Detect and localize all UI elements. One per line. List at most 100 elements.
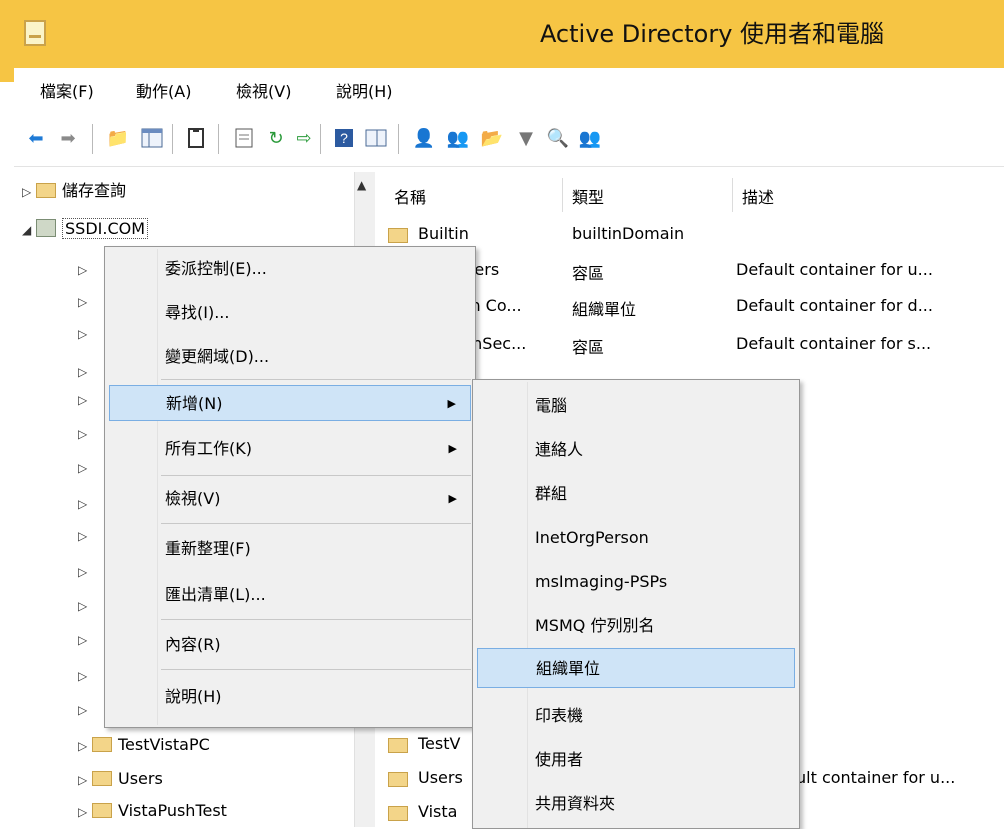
row-description: ult container for u... <box>796 768 956 787</box>
expand-arrow-icon[interactable]: ▷ <box>78 522 92 548</box>
folder-icon <box>36 183 56 198</box>
ou-folder-icon <box>92 737 112 752</box>
row-name[interactable]: TestV <box>418 734 460 753</box>
expand-arrow-icon[interactable]: ▷ <box>78 558 92 584</box>
row-name[interactable]: Vista <box>418 802 457 821</box>
menu-item-export-list[interactable]: 匯出清單(L)... <box>107 577 471 613</box>
expand-arrow-icon[interactable]: ▷ <box>22 179 36 205</box>
toolbar-separator <box>92 124 93 154</box>
submenu-arrow-icon: ▶ <box>447 397 456 410</box>
toolbar: ⬅ ➡ 📁 ↻ ⇨ ? 👤 👥 📂 ▼ 🔍 👥 <box>14 112 1004 167</box>
expand-arrow-icon[interactable]: ▷ <box>78 696 92 722</box>
column-divider[interactable] <box>732 178 733 212</box>
copy-icon[interactable] <box>184 126 208 150</box>
help-icon[interactable]: ? <box>332 126 356 150</box>
up-folder-icon[interactable]: 📁 <box>106 126 130 150</box>
new-group-icon[interactable]: 👥 <box>446 126 470 150</box>
row-type: 容區 <box>572 264 605 283</box>
menu-separator <box>161 619 471 620</box>
expand-arrow-icon[interactable]: ▷ <box>78 733 92 759</box>
filter-icon[interactable]: ▼ <box>514 126 538 150</box>
submenu-item-msmq-queue-alias[interactable]: MSMQ 佇列別名 <box>475 606 795 646</box>
menu-item-find[interactable]: 尋找(I)... <box>107 295 471 331</box>
tree-item-vistapushtest[interactable]: ▷ VistaPushTest <box>78 798 227 824</box>
tree-item-domain[interactable]: ◢ SSDI.COM <box>22 216 149 243</box>
folder-icon <box>92 771 112 786</box>
submenu-item-shared-folder[interactable]: 共用資料夾 <box>475 784 795 824</box>
forward-icon[interactable]: ➡ <box>56 126 80 150</box>
row-description: Default container for u... <box>736 260 933 279</box>
show-tree-icon[interactable] <box>140 126 164 150</box>
menu-item-new[interactable]: 新增(N) ▶ <box>109 385 471 421</box>
properties-icon[interactable] <box>232 126 256 150</box>
row-name[interactable]: Users <box>418 768 463 787</box>
column-header-type[interactable]: 類型 <box>572 184 604 208</box>
collapse-arrow-icon[interactable]: ◢ <box>22 217 36 243</box>
expand-arrow-icon[interactable]: ▷ <box>78 420 92 446</box>
submenu-item-organizational-unit[interactable]: 組織單位 <box>477 648 795 688</box>
row-name[interactable]: Builtin <box>418 224 469 243</box>
row-type: 容區 <box>572 338 605 357</box>
expand-arrow-icon[interactable]: ▷ <box>78 320 92 346</box>
submenu-item-group[interactable]: 群組 <box>475 474 795 514</box>
expand-arrow-icon[interactable]: ▷ <box>78 256 92 282</box>
add-to-group-icon[interactable]: 👥 <box>578 126 602 150</box>
expand-arrow-icon[interactable]: ▷ <box>78 454 92 480</box>
new-ou-icon[interactable]: 📂 <box>480 126 504 150</box>
menu-separator <box>161 475 471 476</box>
tree-item-saved-queries[interactable]: ▷ 儲存查詢 <box>22 178 126 204</box>
toolbar-separator <box>172 124 173 154</box>
submenu-item-inetorgperson[interactable]: InetOrgPerson <box>475 518 795 558</box>
expand-arrow-icon[interactable]: ▷ <box>78 592 92 618</box>
refresh-icon[interactable]: ↻ <box>264 126 288 150</box>
menu-file[interactable]: 檔案(F) <box>40 78 94 102</box>
tree-item-users[interactable]: ▷ Users <box>78 766 163 792</box>
builtin-folder-icon <box>388 228 408 243</box>
submenu-arrow-icon: ▶ <box>448 492 457 505</box>
back-icon[interactable]: ⬅ <box>24 126 48 150</box>
console-tree-icon[interactable] <box>364 126 388 150</box>
toolbar-separator <box>398 124 399 154</box>
menu-bar: 檔案(F) 動作(A) 檢視(V) 說明(H) <box>14 68 1004 112</box>
expand-arrow-icon[interactable]: ▷ <box>78 662 92 688</box>
find-icon[interactable]: 🔍 <box>546 126 570 150</box>
new-user-icon[interactable]: 👤 <box>412 126 436 150</box>
menu-item-delegate-control[interactable]: 委派控制(E)... <box>107 251 471 287</box>
expand-arrow-icon[interactable]: ▷ <box>78 767 92 793</box>
menu-help[interactable]: 說明(H) <box>336 78 393 102</box>
menu-item-refresh[interactable]: 重新整理(F) <box>107 531 471 567</box>
scroll-up-icon[interactable]: ▲ <box>357 178 366 192</box>
submenu-item-msimaging-psps[interactable]: msImaging-PSPs <box>475 562 795 602</box>
ou-folder-icon <box>92 803 112 818</box>
menu-separator <box>161 669 471 670</box>
column-divider[interactable] <box>562 178 563 212</box>
expand-arrow-icon[interactable]: ▷ <box>78 490 92 516</box>
submenu-item-user[interactable]: 使用者 <box>475 740 795 780</box>
menu-item-view[interactable]: 檢視(V) ▶ <box>107 481 471 517</box>
submenu-item-computer[interactable]: 電腦 <box>475 386 795 426</box>
expand-arrow-icon[interactable]: ▷ <box>78 799 92 825</box>
menu-separator <box>161 379 471 380</box>
submenu-item-printer[interactable]: 印表機 <box>475 696 795 736</box>
app-icon[interactable] <box>24 20 46 46</box>
menu-action[interactable]: 動作(A) <box>136 78 191 102</box>
menu-view[interactable]: 檢視(V) <box>236 78 291 102</box>
tree-item-testvistapc[interactable]: ▷ TestVistaPC <box>78 732 210 758</box>
ou-folder-icon <box>388 738 408 753</box>
row-type: builtinDomain <box>572 224 685 243</box>
expand-arrow-icon[interactable]: ▷ <box>78 626 92 652</box>
ou-folder-icon <box>388 806 408 821</box>
menu-item-properties[interactable]: 內容(R) <box>107 627 471 663</box>
expand-arrow-icon[interactable]: ▷ <box>78 386 92 412</box>
expand-arrow-icon[interactable]: ▷ <box>78 288 92 314</box>
svg-text:?: ? <box>340 130 348 146</box>
expand-arrow-icon[interactable]: ▷ <box>78 358 92 384</box>
export-icon[interactable]: ⇨ <box>292 126 316 150</box>
column-header-description[interactable]: 描述 <box>742 184 774 208</box>
menu-item-help[interactable]: 說明(H) <box>107 679 471 715</box>
toolbar-separator <box>218 124 219 154</box>
menu-item-all-tasks[interactable]: 所有工作(K) ▶ <box>107 431 471 467</box>
menu-item-change-domain[interactable]: 變更網域(D)... <box>107 339 471 375</box>
submenu-item-contact[interactable]: 連絡人 <box>475 430 795 470</box>
column-header-name[interactable]: 名稱 <box>394 184 426 208</box>
